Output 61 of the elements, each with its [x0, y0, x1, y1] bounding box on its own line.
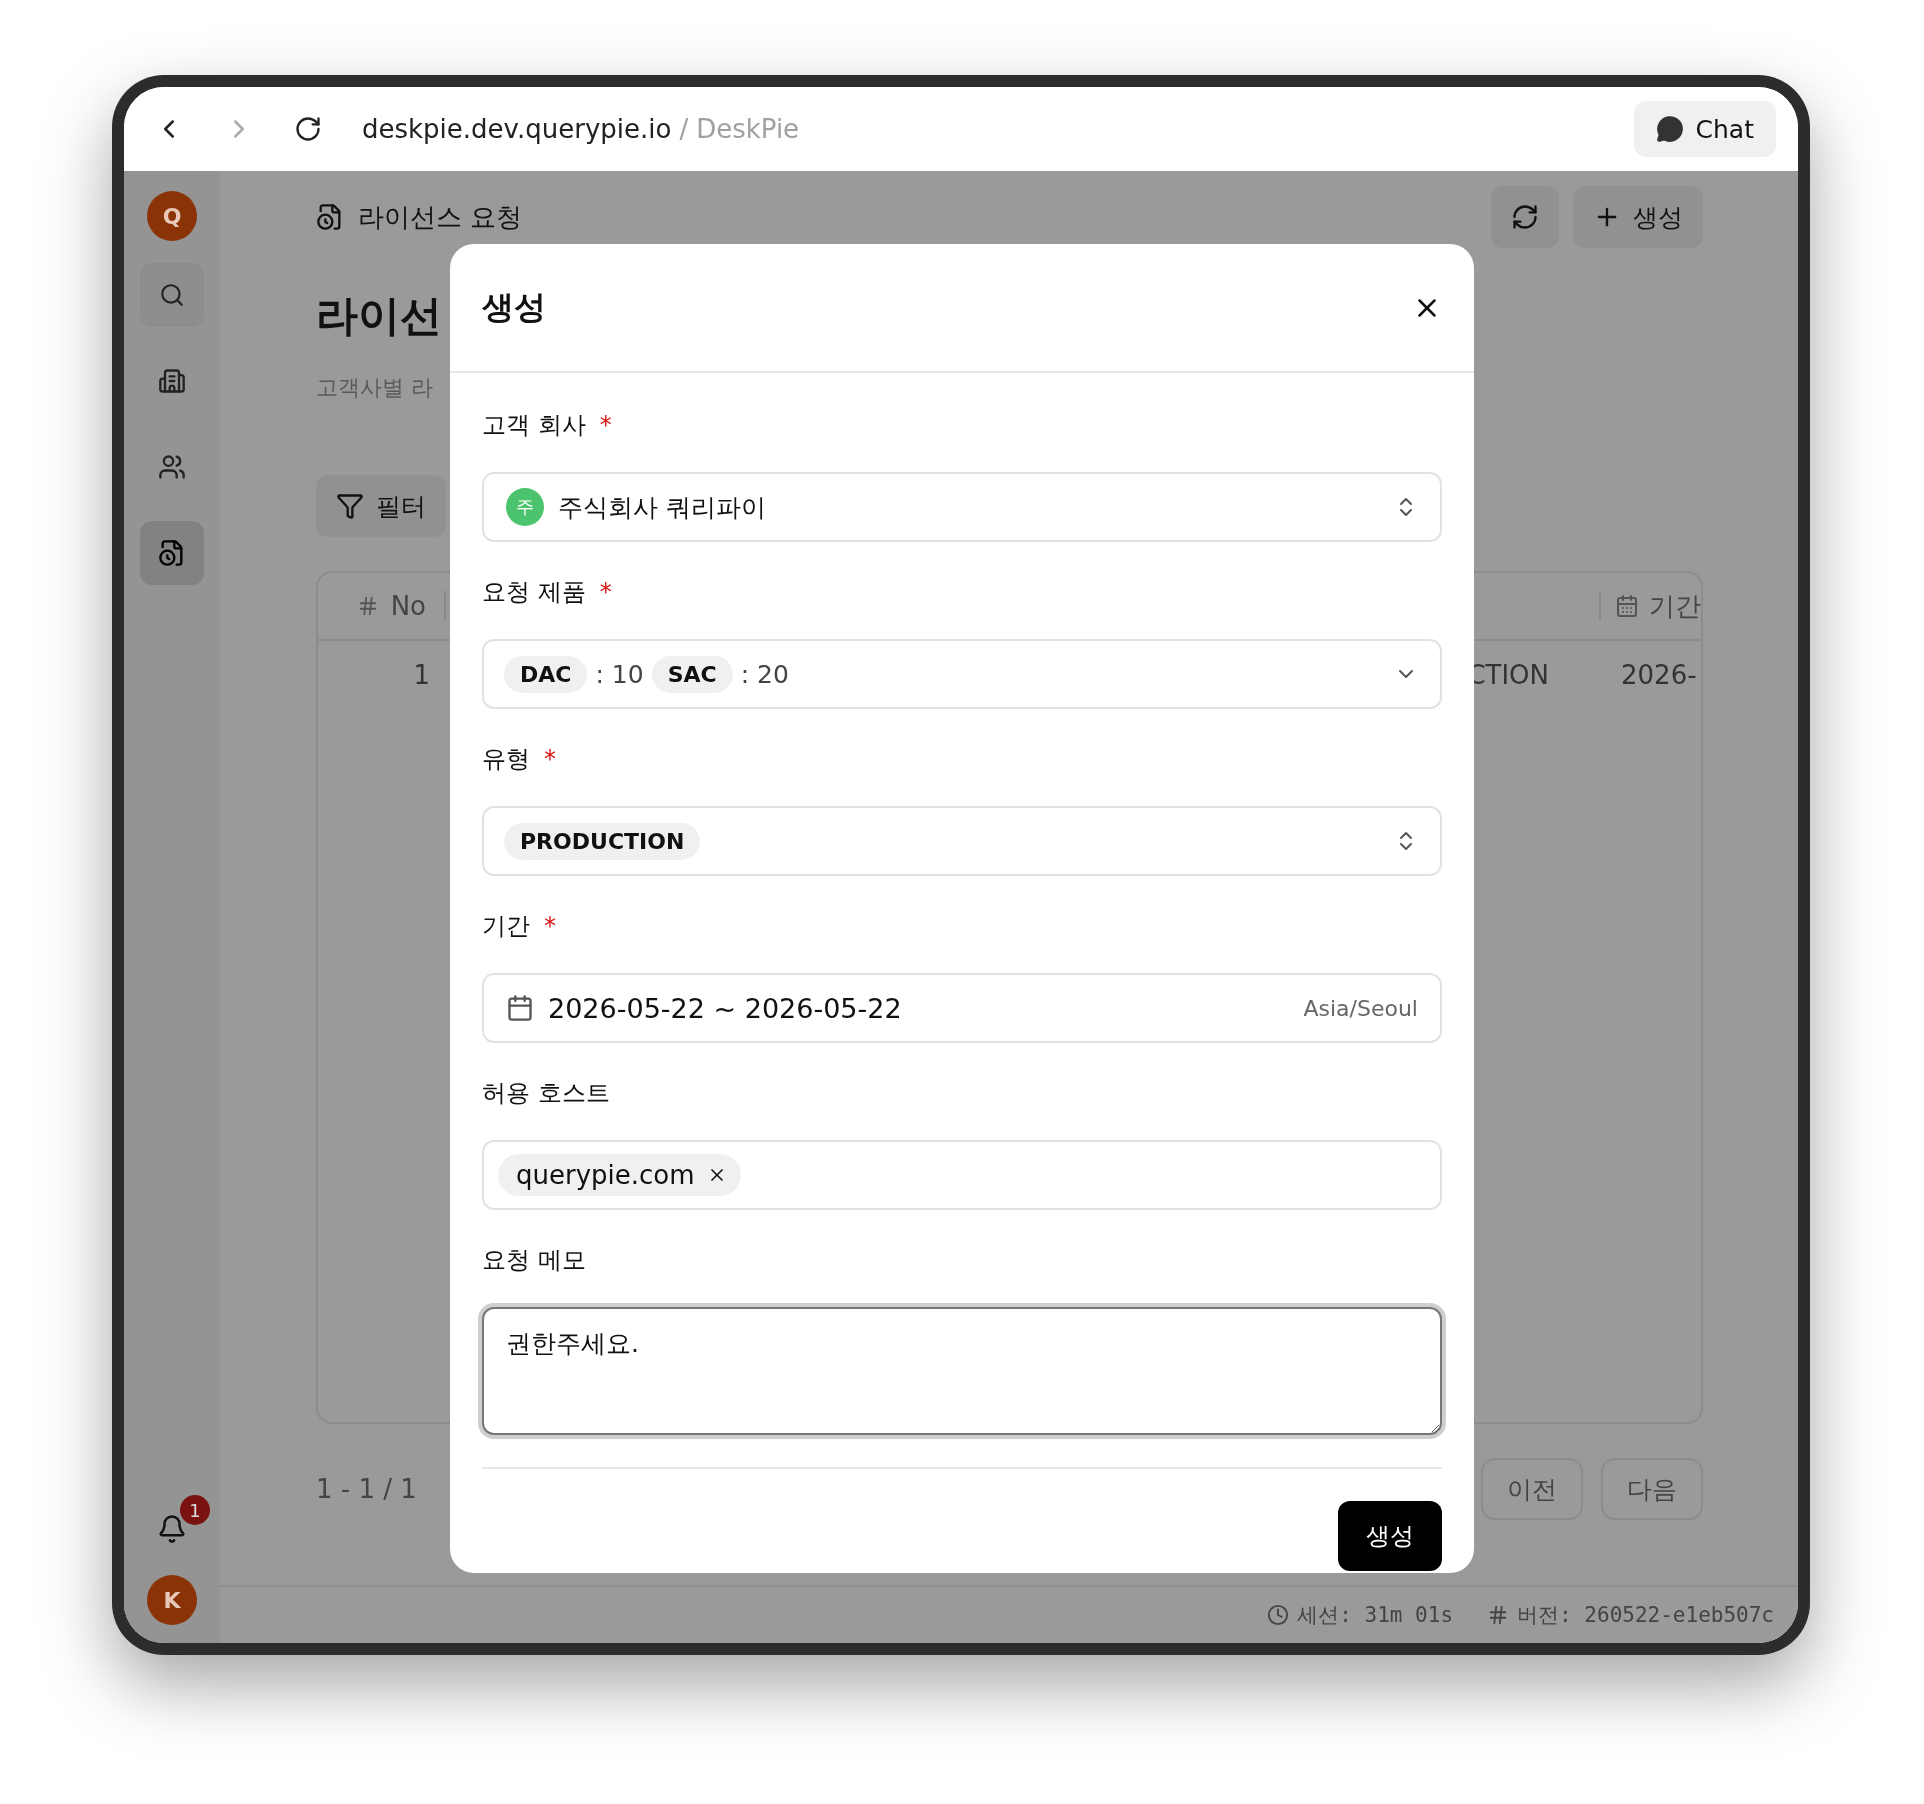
host-tag: querypie.com — [498, 1154, 741, 1196]
chat-button[interactable]: Chat — [1633, 101, 1776, 157]
refresh-button[interactable] — [1491, 186, 1559, 248]
company-select[interactable]: 주 주식회사 쿼리파이 — [482, 472, 1442, 542]
user-avatar[interactable]: K — [147, 1575, 197, 1625]
filter-button[interactable]: 필터 — [316, 475, 446, 537]
table-cell-text: 2026- — [1621, 660, 1698, 690]
type-chip: PRODUCTION — [504, 822, 701, 860]
search-icon — [159, 282, 185, 308]
url-host: deskpie.dev.querypie.io — [362, 114, 672, 144]
funnel-icon — [336, 492, 364, 520]
product-select[interactable]: DAC : 10 SAC : 20 — [482, 639, 1442, 709]
table-cell-text: 1 — [412, 660, 430, 690]
clock-icon — [1267, 1604, 1290, 1626]
page-subtitle: 고객사별 라 — [316, 374, 433, 402]
required-mark: * — [599, 578, 612, 606]
refresh-icon — [1511, 203, 1539, 231]
url-separator: / — [679, 114, 689, 144]
bell-icon — [157, 1514, 187, 1544]
search-button[interactable] — [140, 263, 204, 327]
notification-badge: 1 — [180, 1495, 210, 1525]
submit-button[interactable]: 생성 — [1338, 1501, 1442, 1571]
chat-bubble-icon — [1655, 115, 1684, 143]
reload-button[interactable] — [294, 115, 322, 143]
column-header: No — [390, 591, 426, 621]
dialog-title: 생성 — [482, 286, 547, 328]
create-button[interactable]: 생성 — [1573, 186, 1703, 248]
product-count: : 20 — [740, 659, 789, 689]
user-avatar[interactable]: Q — [147, 191, 197, 241]
sidebar-item[interactable] — [140, 521, 204, 585]
column-header: 기간 — [1649, 589, 1701, 623]
document-clock-icon — [316, 203, 344, 231]
field-label: 요청 제품 — [482, 577, 586, 608]
calendar-icon — [506, 994, 534, 1022]
required-mark: * — [599, 411, 612, 439]
reload-icon — [294, 115, 322, 143]
pagination-info: 1 - 1 / 1 — [316, 1474, 418, 1504]
field-label: 허용 호스트 — [482, 1078, 610, 1109]
type-select[interactable]: PRODUCTION — [482, 806, 1442, 876]
users-icon — [158, 453, 186, 481]
calendar-icon — [1615, 594, 1639, 618]
hosts-field[interactable]: querypie.com — [482, 1140, 1442, 1210]
date-range-field[interactable]: 2026-05-22 ~ 2026-05-22 Asia/Seoul — [482, 973, 1442, 1043]
field-label: 요청 메모 — [482, 1245, 586, 1276]
field-label: 기간 — [482, 911, 530, 942]
company-badge: 주 — [506, 488, 544, 526]
field-label: 유형 — [482, 744, 530, 775]
memo-field[interactable]: 권한주세요. — [482, 1307, 1442, 1435]
required-mark: * — [544, 912, 556, 940]
document-clock-icon — [158, 539, 186, 567]
field-label: 고객 회사 — [482, 410, 586, 441]
breadcrumb: 라이선스 요청 — [358, 200, 524, 234]
product-chip: DAC — [504, 655, 588, 693]
page-title: 라이선 — [316, 290, 442, 342]
session-time: 세션: 31m 01s — [1297, 1602, 1454, 1629]
product-chip: SAC — [651, 655, 733, 693]
product-count: : 10 — [595, 659, 644, 689]
required-mark: * — [544, 745, 556, 773]
building-icon — [158, 367, 186, 395]
version-label: 버전: 260522-e1eb507c — [1517, 1602, 1774, 1629]
url-page-title: DeskPie — [696, 114, 800, 144]
